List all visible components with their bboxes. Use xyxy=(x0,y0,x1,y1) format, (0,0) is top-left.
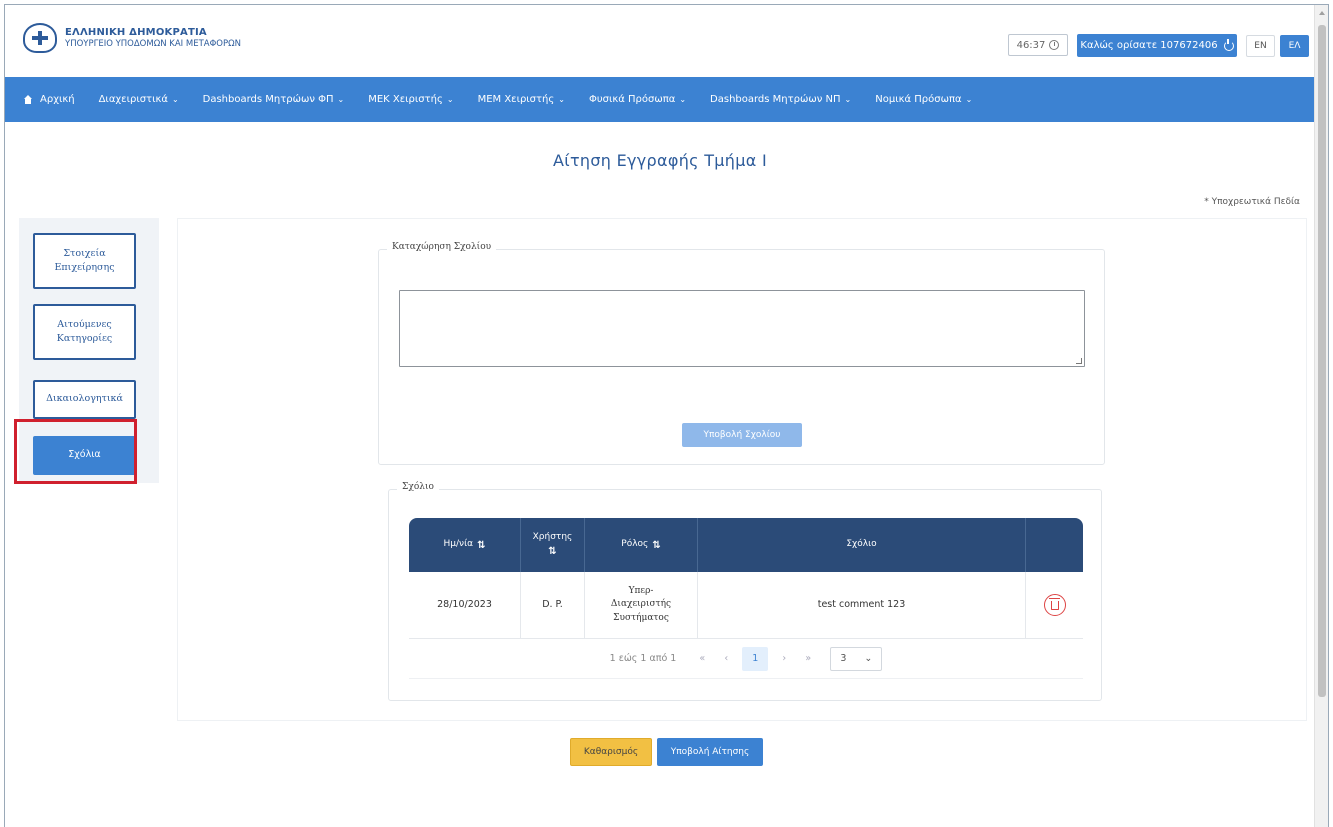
column-header-actions xyxy=(1026,518,1083,572)
nav-mem-operator[interactable]: ΜΕΜ Χειριστής ⌄ xyxy=(478,94,565,105)
chevron-down-icon: ⌄ xyxy=(446,95,454,104)
submit-application-button[interactable]: Υποβολή Αίτησης xyxy=(657,738,763,766)
table-header: Ημ/νία ⇅ Χρήστης ⇅ Ρόλος ⇅ Σχόλιο xyxy=(409,518,1083,572)
nav-natural-persons[interactable]: Φυσικά Πρόσωπα ⌄ xyxy=(589,94,686,105)
column-header-label: Ρόλος xyxy=(621,539,649,550)
sidebar-item-label: Αιτούμενες Κατηγορίες xyxy=(56,318,113,344)
page-size-select[interactable]: 3 ⌄ xyxy=(830,646,883,671)
column-header-label: Σχόλιο xyxy=(846,539,877,550)
nav-home-label: Αρχική xyxy=(40,94,75,105)
current-page-button[interactable]: 1 xyxy=(742,646,769,671)
column-header-role[interactable]: Ρόλος ⇅ xyxy=(585,518,698,572)
column-header-label: Χρήστης xyxy=(532,532,573,543)
vertical-scrollbar[interactable] xyxy=(1314,5,1328,827)
lang-el-button[interactable]: ΕΛ xyxy=(1280,35,1309,57)
chevron-down-icon: ⌄ xyxy=(558,95,565,104)
delete-comment-button[interactable] xyxy=(1043,594,1066,616)
nav-label: Νομικά Πρόσωπα xyxy=(875,94,962,105)
home-icon xyxy=(23,95,33,104)
welcome-text: Καλώς ορίσατε 107672406 xyxy=(1080,40,1218,51)
paginator: 1 εώς 1 από 1 « ‹ 1 › » 3 ⌄ xyxy=(409,639,1083,679)
organization-name: ΕΛΛΗΝΙΚΗ ΔΗΜΟΚΡΑΤΙΑ ΥΠΟΥΡΓΕΙΟ ΥΠΟΔΟΜΩΝ Κ… xyxy=(65,28,241,49)
sidebar-item-business-details[interactable]: Στοιχεία Επιχείρησης xyxy=(33,233,136,289)
header: ΕΛΛΗΝΙΚΗ ΔΗΜΟΚΡΑΤΙΑ ΥΠΟΥΡΓΕΙΟ ΥΠΟΔΟΜΩΝ Κ… xyxy=(5,5,1315,77)
nav-home[interactable]: Αρχική xyxy=(23,94,75,105)
page-title: Αίτηση Εγγραφής Τμήμα Ι xyxy=(553,151,767,170)
lang-en-button[interactable]: EN xyxy=(1246,35,1275,57)
greek-coat-of-arms-logo[interactable] xyxy=(23,23,57,53)
scrollbar-thumb[interactable] xyxy=(1318,25,1326,697)
paginator-info: 1 εώς 1 από 1 xyxy=(609,653,677,664)
sidebar-item-requested-categories[interactable]: Αιτούμενες Κατηγορίες xyxy=(33,304,136,360)
column-header-label: Ημ/νία xyxy=(443,539,474,550)
nav-dashboards-np[interactable]: Dashboards Μητρώων ΝΠ ⌄ xyxy=(710,94,851,105)
main-nav: Αρχική Διαχειριστικά ⌄ Dashboards Μητρώω… xyxy=(5,77,1315,122)
comment-textarea[interactable] xyxy=(399,290,1085,367)
nav-label: Dashboards Μητρώων ΦΠ xyxy=(202,94,334,105)
chevron-down-icon: ⌄ xyxy=(679,95,687,104)
nav-mek-operator[interactable]: ΜΕΚ Χειριστής ⌄ xyxy=(368,94,453,105)
sidebar-item-label: Δικαιολογητικά xyxy=(46,393,123,405)
next-page-button[interactable]: › xyxy=(772,653,796,664)
column-header-date[interactable]: Ημ/νία ⇅ xyxy=(409,518,521,572)
nav-administration[interactable]: Διαχειριστικά ⌄ xyxy=(99,94,179,105)
nav-label: Διαχειριστικά xyxy=(98,94,168,105)
chevron-down-icon: ⌄ xyxy=(844,95,852,104)
nav-label: Φυσικά Πρόσωπα xyxy=(588,94,676,105)
last-page-button[interactable]: » xyxy=(796,653,820,664)
sort-icon: ⇅ xyxy=(652,539,661,551)
nav-label: Dashboards Μητρώων ΝΠ xyxy=(710,94,841,105)
power-icon xyxy=(1223,38,1234,51)
session-timer-value: 46:37 xyxy=(1016,39,1046,51)
scroll-up-icon[interactable] xyxy=(1319,11,1325,15)
logout-button[interactable]: Καλώς ορίσατε 107672406 xyxy=(1077,34,1237,57)
submit-comment-button[interactable]: Υποβολή Σχολίου xyxy=(682,423,802,447)
nav-legal-persons[interactable]: Νομικά Πρόσωπα ⌄ xyxy=(875,94,972,105)
nav-label: ΜΕΜ Χειριστής xyxy=(477,94,555,105)
cell-user: D. P. xyxy=(521,572,585,638)
chevron-down-icon: ⌄ xyxy=(337,95,345,104)
comment-entry-fieldset: Καταχώρηση Σχολίου Υποβολή Σχολίου xyxy=(378,242,1105,465)
sort-icon: ⇅ xyxy=(477,539,486,551)
sidebar-item-documents[interactable]: Δικαιολογητικά xyxy=(33,380,136,419)
comments-table: Ημ/νία ⇅ Χρήστης ⇅ Ρόλος ⇅ Σχόλιο 28/10/… xyxy=(409,518,1083,679)
chevron-down-icon: ⌄ xyxy=(965,95,973,104)
table-row: 28/10/2023 D. P. Υπερ-Διαχειριστής Συστή… xyxy=(409,572,1083,639)
browser-frame: ΕΛΛΗΝΙΚΗ ΔΗΜΟΚΡΑΤΙΑ ΥΠΟΥΡΓΕΙΟ ΥΠΟΔΟΜΩΝ Κ… xyxy=(4,4,1329,827)
chevron-down-icon: ⌄ xyxy=(864,653,873,664)
clock-icon xyxy=(1049,40,1060,50)
cell-comment: test comment 123 xyxy=(698,572,1026,638)
nav-label: ΜΕΚ Χειριστής xyxy=(368,94,443,105)
page-size-value: 3 xyxy=(840,653,847,664)
comments-section: Καταχώρηση Σχολίου Υποβολή Σχολίου Σχόλι… xyxy=(177,218,1307,721)
first-page-button[interactable]: « xyxy=(690,653,714,664)
org-subtitle: ΥΠΟΥΡΓΕΙΟ ΥΠΟΔΟΜΩΝ ΚΑΙ ΜΕΤΑΦΟΡΩΝ xyxy=(65,39,241,49)
trash-icon xyxy=(1048,597,1060,610)
cell-role: Υπερ-Διαχειριστής Συστήματος xyxy=(585,572,698,638)
session-timer: 46:37 xyxy=(1008,34,1068,56)
org-title: ΕΛΛΗΝΙΚΗ ΔΗΜΟΚΡΑΤΙΑ xyxy=(65,27,207,38)
clear-button[interactable]: Καθαρισμός xyxy=(570,738,652,766)
comments-list-fieldset: Σχόλιο Ημ/νία ⇅ Χρήστης ⇅ Ρόλος ⇅ Σχόλιο… xyxy=(388,482,1102,701)
comment-entry-legend: Καταχώρηση Σχολίου xyxy=(387,242,497,252)
sort-icon: ⇅ xyxy=(548,545,557,557)
resize-handle[interactable] xyxy=(1076,358,1082,364)
sidebar-item-label: Στοιχεία Επιχείρησης xyxy=(54,247,115,273)
required-fields-note: * Υποχρεωτικά Πεδία xyxy=(1204,197,1300,207)
nav-dashboards-fp[interactable]: Dashboards Μητρώων ΦΠ ⌄ xyxy=(203,94,345,105)
highlight-annotation-box xyxy=(14,419,137,484)
column-header-comment: Σχόλιο xyxy=(698,518,1026,572)
prev-page-button[interactable]: ‹ xyxy=(714,653,738,664)
comments-list-legend: Σχόλιο xyxy=(397,482,439,492)
chevron-down-icon: ⌄ xyxy=(171,95,179,104)
column-header-user[interactable]: Χρήστης ⇅ xyxy=(521,518,585,572)
cell-date: 28/10/2023 xyxy=(409,572,521,638)
cell-actions xyxy=(1026,572,1083,638)
